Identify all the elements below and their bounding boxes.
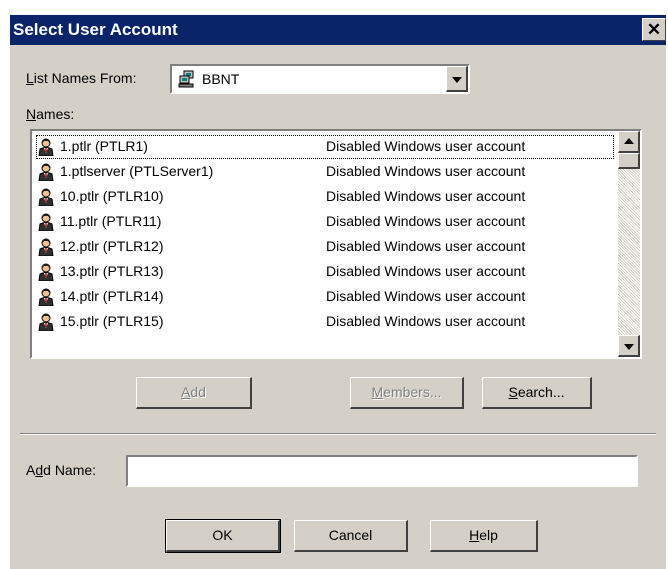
list-item[interactable]: 13.ptlr (PTLR13) Disabled Windows user ac…	[36, 260, 614, 284]
account-description: Disabled Windows user account	[326, 263, 526, 279]
add-button[interactable]: Add	[136, 377, 252, 409]
account-name: 14.ptlr (PTLR14)	[60, 288, 164, 304]
title-bar[interactable]: Select User Account ✕	[10, 15, 666, 45]
close-icon: ✕	[646, 20, 662, 39]
account-name: 11.ptlr (PTLR11)	[60, 213, 162, 229]
list-item[interactable]: 11.ptlr (PTLR11) Disabled Windows user ac…	[36, 210, 614, 234]
user-account-icon	[38, 138, 54, 157]
user-account-icon	[38, 163, 54, 182]
list-item[interactable]: 10.ptlr (PTLR10) Disabled Windows user ac…	[36, 185, 614, 209]
account-name: 10.ptlr (PTLR10)	[60, 188, 164, 204]
members-button[interactable]: Members...	[350, 377, 464, 409]
account-description: Disabled Windows user account	[326, 213, 526, 229]
list-item[interactable]: 12.ptlr (PTLR12) Disabled Windows user ac…	[36, 235, 614, 259]
help-button[interactable]: Help	[430, 520, 538, 552]
account-description: Disabled Windows user account	[326, 313, 526, 329]
names-accel: N	[26, 106, 37, 122]
chevron-down-icon	[451, 76, 462, 83]
list-item[interactable]: 15.ptlr (PTLR15) Disabled Windows user ac…	[36, 310, 614, 334]
account-description: Disabled Windows user account	[326, 138, 526, 154]
names-listbox[interactable]: 1.ptlr (PTLR1) Disabled Windows user acco…	[30, 129, 642, 359]
list-names-from-label: List Names From:	[26, 70, 137, 86]
account-description: Disabled Windows user account	[326, 188, 526, 204]
account-name: 15.ptlr (PTLR15)	[60, 313, 164, 329]
account-description: Disabled Windows user account	[326, 288, 526, 304]
user-account-icon	[38, 313, 54, 332]
select-user-account-dialog: Select User Account ✕ List Names From: B…	[10, 15, 666, 569]
separator	[20, 433, 656, 435]
user-account-icon	[38, 238, 54, 257]
user-account-icon	[38, 188, 54, 207]
scroll-up-icon	[623, 137, 634, 144]
dialog-title: Select User Account	[13, 20, 178, 39]
add-name-input[interactable]	[126, 455, 638, 487]
account-name: 1.ptlr (PTLR1)	[60, 138, 148, 154]
account-name: 1.ptlserver (PTLServer1)	[60, 163, 214, 179]
account-name: 13.ptlr (PTLR13)	[60, 263, 164, 279]
scroll-thumb[interactable]	[618, 153, 640, 169]
search-button[interactable]: Search...	[482, 377, 592, 409]
account-description: Disabled Windows user account	[326, 238, 526, 254]
scroll-down-button[interactable]	[618, 335, 640, 357]
user-account-icon	[38, 288, 54, 307]
account-name: 12.ptlr (PTLR12)	[60, 238, 164, 254]
add-name-accel: d	[35, 462, 44, 478]
list-item[interactable]: 1.ptlserver (PTLServer1) Disabled Windows…	[36, 160, 614, 184]
account-description: Disabled Windows user account	[326, 163, 526, 179]
list-item[interactable]: 1.ptlr (PTLR1) Disabled Windows user acco…	[36, 135, 614, 159]
add-name-label: Add Name:	[26, 462, 97, 478]
user-account-icon	[38, 213, 54, 232]
close-button[interactable]: ✕	[642, 18, 666, 41]
scroll-down-icon	[623, 343, 634, 350]
list-names-from-dropdown[interactable]: BBNT	[170, 64, 470, 94]
ok-button[interactable]: OK	[165, 519, 281, 553]
scroll-up-button[interactable]	[618, 131, 640, 153]
names-label: Names:	[26, 106, 75, 122]
list-names-from-accel: L	[26, 70, 34, 86]
list-item[interactable]: 14.ptlr (PTLR14) Disabled Windows user ac…	[36, 285, 614, 309]
list-names-from-value: BBNT	[202, 71, 240, 87]
vertical-scrollbar[interactable]	[618, 131, 640, 357]
cancel-button[interactable]: Cancel	[294, 520, 408, 552]
network-domain-icon	[178, 70, 194, 88]
dropdown-button[interactable]	[446, 66, 468, 92]
user-account-icon	[38, 263, 54, 282]
